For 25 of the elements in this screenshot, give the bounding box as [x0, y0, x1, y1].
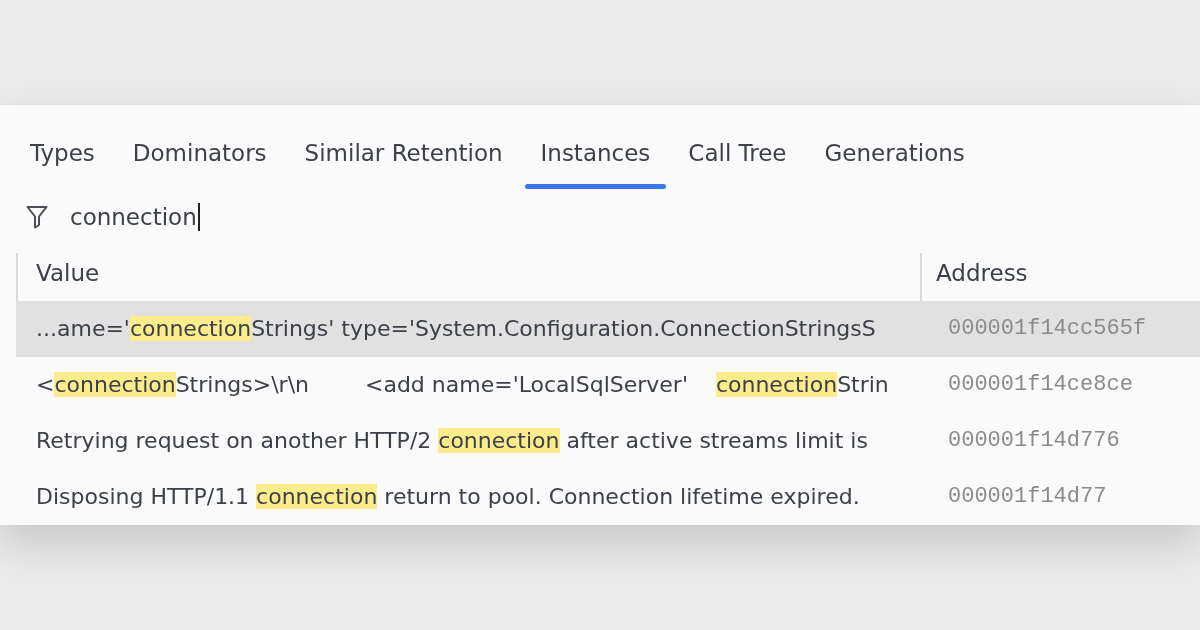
column-divider: [920, 253, 922, 301]
instance-address: 000001f14d776: [948, 428, 1120, 453]
tab[interactable]: Generations: [824, 139, 965, 189]
table-row[interactable]: Retrying request on another HTTP/2 connection after active streams limit is 000001f14d776: [16, 413, 1200, 469]
instance-address: 000001f14d77: [948, 484, 1107, 509]
tab[interactable]: Types: [30, 139, 95, 189]
table-row[interactable]: ...ame='connectionStrings' type='System.Configuration.ConnectionStringsS 000001f14cc565f: [16, 301, 1200, 357]
tab[interactable]: Similar Retention: [304, 139, 503, 189]
column-header[interactable]: Address: [936, 259, 1028, 287]
tab[interactable]: Dominators: [132, 139, 267, 189]
filter-icon: [26, 205, 48, 229]
instance-address: 000001f14ce8ce: [948, 372, 1133, 397]
filter-field[interactable]: connection: [70, 203, 200, 231]
tab[interactable]: Call Tree: [688, 139, 787, 189]
tab[interactable]: Instances: [524, 139, 667, 189]
instance-value: Disposing HTTP/1.1 connection return to pool. Connection lifetime expired.: [36, 484, 860, 509]
text-cursor-icon: [197, 203, 200, 231]
instance-address: 000001f14cc565f: [948, 316, 1147, 341]
instance-value: <connectionStrings>\r\n <add name='LocalSqlServer' connectionStrin: [36, 372, 889, 397]
instance-value: ...ame='connectionStrings' type='System.Configuration.ConnectionStringsS: [36, 316, 876, 341]
instance-value: Retrying request on another HTTP/2 connection after active streams limit is: [36, 428, 868, 453]
table-row[interactable]: <connectionStrings>\r\n <add name='LocalSqlServer' connectionStrin 000001f14ce8ce: [16, 357, 1200, 413]
column-divider: [16, 253, 18, 301]
column-header[interactable]: Value: [36, 259, 100, 287]
table-row[interactable]: Disposing HTTP/1.1 connection return to pool. Connection lifetime expired. 000001f14d77: [16, 469, 1200, 525]
